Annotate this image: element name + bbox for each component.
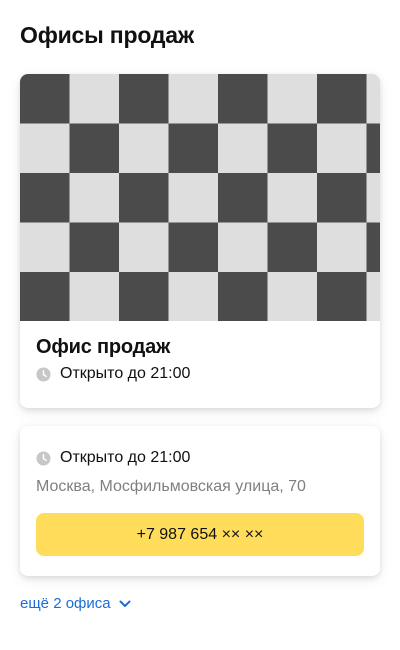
checker-cell bbox=[168, 173, 219, 223]
clock-icon bbox=[36, 450, 51, 466]
contact-hours-text: Открыто до 21:00 bbox=[60, 449, 191, 466]
checker-cell bbox=[366, 272, 380, 321]
checker-cell bbox=[119, 173, 169, 223]
checker-cell bbox=[119, 74, 169, 124]
checker-cell bbox=[218, 173, 268, 223]
checker-cell bbox=[317, 74, 367, 124]
checker-cell bbox=[168, 74, 219, 124]
checker-cell bbox=[267, 123, 318, 174]
checker-cell bbox=[218, 222, 268, 273]
checker-cell bbox=[366, 222, 380, 273]
checker-cell bbox=[119, 123, 169, 174]
checker-cell bbox=[69, 123, 120, 174]
checker-cell bbox=[317, 272, 367, 321]
checker-cell bbox=[267, 272, 318, 321]
checker-cell bbox=[69, 222, 120, 273]
checker-cell bbox=[20, 272, 70, 321]
checker-cell bbox=[20, 74, 70, 124]
checker-cell bbox=[218, 272, 268, 321]
checker-cell bbox=[267, 173, 318, 223]
office-hours-text: Открыто до 21:00 bbox=[60, 365, 191, 382]
checker-cell bbox=[168, 222, 219, 273]
checker-cell bbox=[366, 123, 380, 174]
checker-cell bbox=[20, 173, 70, 223]
checker-cell bbox=[218, 74, 268, 124]
checker-cell bbox=[366, 173, 380, 223]
checker-cell bbox=[317, 123, 367, 174]
checker-cell bbox=[317, 173, 367, 223]
checker-cell bbox=[20, 123, 70, 174]
checker-cell bbox=[366, 74, 380, 124]
sales-offices-page: Офисы продаж Офис продаж Открыто до 21:0… bbox=[0, 0, 400, 650]
office-hours: Открыто до 21:00 bbox=[36, 364, 190, 384]
checker-cell bbox=[267, 74, 318, 124]
checkerboard-pattern bbox=[20, 74, 380, 321]
checker-cell bbox=[119, 222, 169, 273]
chevron-down-icon bbox=[119, 600, 131, 607]
office-address: Москва, Мосфильмовская улица, 70 bbox=[36, 478, 306, 495]
checker-cell bbox=[20, 222, 70, 273]
office-photo-placeholder bbox=[20, 74, 380, 321]
more-offices-link[interactable]: ещё 2 офиса bbox=[20, 594, 132, 614]
checker-cell bbox=[69, 272, 120, 321]
contact-hours: Открыто до 21:00 bbox=[36, 448, 190, 468]
checker-cell bbox=[119, 272, 169, 321]
more-offices-label: ещё 2 офиса bbox=[20, 595, 111, 612]
checker-cell bbox=[267, 222, 318, 273]
checker-cell bbox=[317, 222, 367, 273]
checker-cell bbox=[69, 173, 120, 223]
office-contact-card: Открыто до 21:00 Москва, Мосфильмовская … bbox=[20, 426, 380, 576]
office-card[interactable]: Офис продаж Открыто до 21:00 bbox=[20, 74, 380, 408]
clock-icon bbox=[36, 366, 51, 382]
phone-button[interactable]: +7 987 654 ×× ×× bbox=[36, 513, 364, 556]
checker-cell bbox=[168, 123, 219, 174]
checker-cell bbox=[69, 74, 120, 124]
checker-cell bbox=[168, 272, 219, 321]
office-name: Офис продаж bbox=[36, 336, 171, 358]
checker-cell bbox=[218, 123, 268, 174]
page-title: Офисы продаж bbox=[20, 22, 194, 48]
